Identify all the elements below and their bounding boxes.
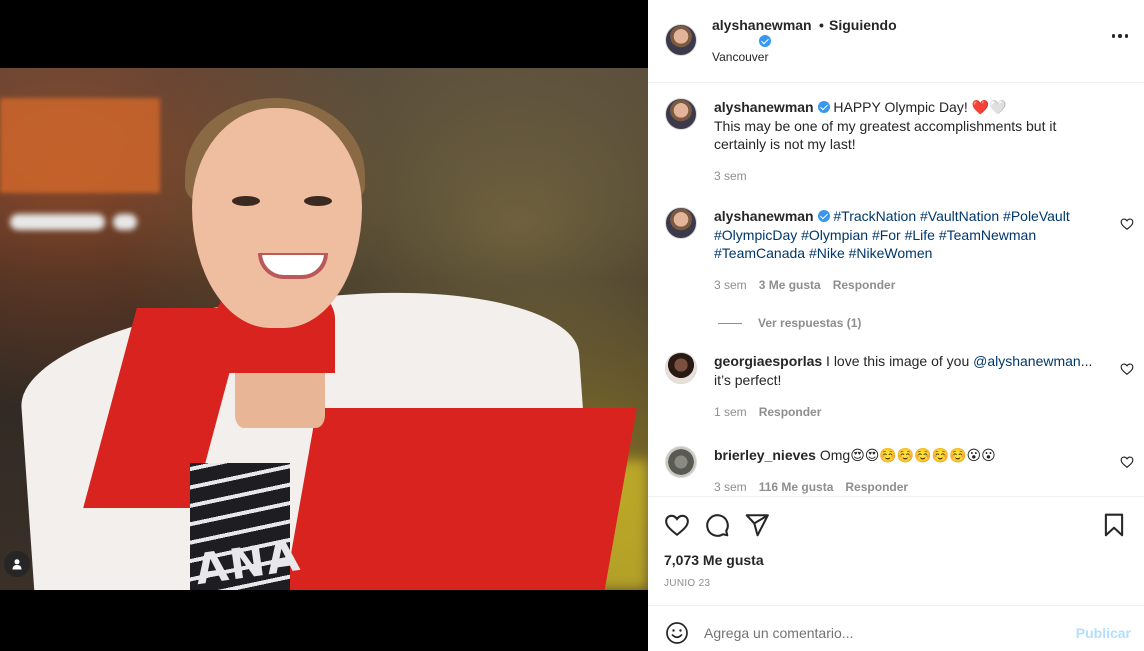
caption-text: alyshanewman HAPPY Olympic Day! ❤️🤍 This… bbox=[714, 98, 1109, 154]
comment-body-line2: it’s perfect! bbox=[714, 371, 782, 388]
post-location[interactable]: Vancouver bbox=[712, 50, 768, 64]
verified-badge-icon bbox=[759, 35, 771, 47]
reply-button[interactable]: Responder bbox=[845, 480, 908, 494]
comment-username[interactable]: georgiaesporlas bbox=[714, 353, 822, 369]
comment-time: 3 sem bbox=[714, 169, 747, 183]
comment-body: Omg😍😍☺️☺️☺️☺️☺️😮😮 bbox=[819, 447, 996, 463]
comment-likes[interactable]: 3 Me gusta bbox=[759, 278, 821, 292]
share-icon[interactable] bbox=[744, 512, 770, 538]
comment-likes[interactable]: 116 Me gusta bbox=[759, 480, 834, 494]
comment-like-icon[interactable] bbox=[1120, 455, 1134, 469]
comments-list[interactable]: alyshanewman HAPPY Olympic Day! ❤️🤍 This… bbox=[648, 84, 1144, 496]
athlete-eye-left bbox=[232, 196, 260, 206]
comment-time: 1 sem bbox=[714, 405, 747, 419]
emoji-icon[interactable] bbox=[665, 621, 689, 645]
author-avatar[interactable] bbox=[665, 207, 697, 239]
like-heart-icon[interactable] bbox=[664, 512, 690, 538]
hashtag-text: alyshanewman #TrackNation #VaultNation #… bbox=[714, 207, 1109, 263]
reply-button[interactable]: Responder bbox=[833, 278, 896, 292]
post-actions: 7,073 Me gusta JUNIO 23 bbox=[648, 496, 1144, 606]
post-side-panel: alyshanewman • Siguiendo Vancouver alysh… bbox=[648, 0, 1144, 651]
comment-input[interactable] bbox=[704, 616, 1064, 650]
comment-icon[interactable] bbox=[704, 512, 730, 538]
more-options-icon[interactable] bbox=[1111, 34, 1128, 38]
view-replies-button[interactable]: Ver respuestas (1) bbox=[718, 316, 861, 330]
comment-meta: 3 sem 3 Me gusta Responder bbox=[714, 278, 895, 292]
comment-ellipsis: ... bbox=[1080, 353, 1093, 369]
comment-meta: 1 sem Responder bbox=[714, 405, 821, 419]
flag-red-right bbox=[283, 408, 637, 590]
comment-text: brierley_nieves Omg😍😍☺️☺️☺️☺️☺️😮😮 bbox=[714, 446, 1109, 465]
follow-status-button[interactable]: Siguiendo bbox=[829, 17, 897, 33]
verified-badge-icon bbox=[817, 101, 830, 113]
publish-button[interactable]: Publicar bbox=[1076, 625, 1131, 641]
background-sign bbox=[0, 98, 160, 193]
reply-button[interactable]: Responder bbox=[759, 405, 822, 419]
comment-like-icon[interactable] bbox=[1120, 217, 1134, 231]
comment-meta: 3 sem 116 Me gusta Responder bbox=[714, 480, 908, 494]
caption-line1: HAPPY Olympic Day! ❤️🤍 bbox=[833, 99, 1007, 115]
background-light bbox=[10, 214, 105, 230]
commenter-avatar[interactable] bbox=[665, 446, 697, 478]
user-tag-button[interactable] bbox=[4, 551, 30, 577]
comment-meta: 3 sem bbox=[714, 169, 747, 183]
view-replies-label: Ver respuestas (1) bbox=[758, 316, 862, 330]
post-modal: ANA alyshanewman • Siguiendo Vancouver a bbox=[0, 0, 1144, 651]
verified-badge-icon bbox=[817, 210, 830, 222]
comment-username[interactable]: alyshanewman bbox=[714, 99, 814, 115]
comment-body: I love this image of you bbox=[826, 353, 970, 369]
athlete-face bbox=[192, 108, 362, 328]
comment-time: 3 sem bbox=[714, 480, 747, 494]
comment-username[interactable]: alyshanewman bbox=[714, 208, 814, 224]
comment-text: georgiaesporlas I love this image of you… bbox=[714, 352, 1109, 389]
background-light-small bbox=[113, 214, 137, 230]
caption-line2: This may be one of my greatest accomplis… bbox=[714, 117, 1057, 153]
save-bookmark-icon[interactable] bbox=[1101, 512, 1127, 538]
author-username[interactable]: alyshanewman bbox=[712, 17, 812, 33]
likes-count[interactable]: 7,073 Me gusta bbox=[664, 552, 764, 568]
post-photo[interactable]: ANA bbox=[0, 68, 648, 590]
comment-username[interactable]: brierley_nieves bbox=[714, 447, 816, 463]
post-header: alyshanewman • Siguiendo Vancouver bbox=[648, 0, 1144, 83]
comment-time: 3 sem bbox=[714, 278, 747, 292]
replies-line bbox=[718, 322, 742, 324]
mention-link[interactable]: @alyshanewman bbox=[973, 353, 1081, 369]
post-media-pane: ANA bbox=[0, 0, 648, 651]
header-separator: • bbox=[819, 17, 824, 33]
author-avatar[interactable] bbox=[665, 98, 697, 130]
add-comment-bar: Publicar bbox=[648, 605, 1144, 651]
post-date: JUNIO 23 bbox=[664, 578, 711, 589]
athlete-eye-right bbox=[304, 196, 332, 206]
author-avatar[interactable] bbox=[665, 24, 697, 56]
comment-like-icon[interactable] bbox=[1120, 362, 1134, 376]
user-tag-icon bbox=[12, 559, 22, 570]
commenter-avatar[interactable] bbox=[665, 352, 697, 384]
